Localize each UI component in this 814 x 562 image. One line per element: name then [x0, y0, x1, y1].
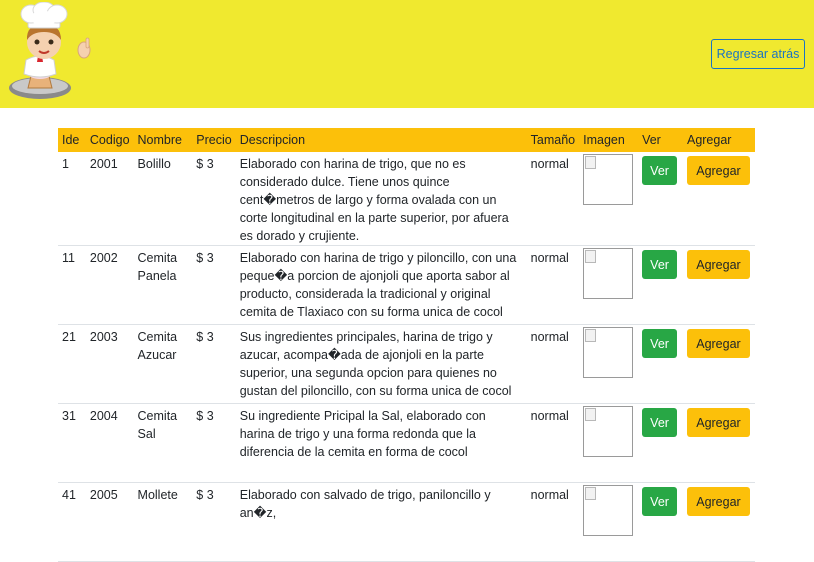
column-header-nombre: Nombre	[137, 133, 182, 147]
column-header-codigo: Codigo	[89, 133, 130, 147]
products-table: Ide Codigo Nombre Precio Descripcion Tam…	[58, 128, 755, 562]
row-nombre: Cemita Panela	[133, 245, 193, 325]
chef-cupcake-logo-icon	[9, 2, 91, 99]
table-row: 11 2002 Cemita Panela $ 3 Elaborado con …	[58, 245, 755, 325]
table-row: 41 2005 Mollete $ 3 Elaborado con salvad…	[58, 482, 755, 562]
row-nombre: Mollete	[133, 482, 193, 562]
row-precio: $ 3	[192, 152, 236, 246]
ver-button[interactable]: Ver	[642, 408, 678, 437]
ver-button[interactable]: Ver	[642, 329, 678, 358]
agregar-button[interactable]: Agregar	[686, 156, 750, 185]
row-codigo: 2001	[85, 152, 134, 246]
table-header-row: Ide Codigo Nombre Precio Descripcion Tam…	[58, 128, 755, 152]
agregar-button[interactable]: Agregar	[686, 408, 750, 437]
table-row: 1 2001 Bolillo $ 3 Elaborado con harina …	[58, 152, 755, 246]
broken-image-icon	[583, 154, 634, 205]
row-ide: 11	[58, 245, 86, 325]
agregar-button[interactable]: Agregar	[686, 487, 750, 516]
column-header-ide: Ide	[62, 133, 80, 147]
row-precio: $ 3	[192, 245, 236, 325]
column-header-descripcion: Descripcion	[239, 133, 306, 147]
row-ver-cell: Ver	[638, 324, 683, 404]
column-header-ver: Ver	[642, 133, 661, 147]
broken-image-icon	[583, 327, 634, 378]
column-header-precio: Precio	[196, 133, 232, 147]
row-descripcion: Sus ingredientes principales, harina de …	[235, 324, 527, 404]
row-tamano: normal	[526, 324, 580, 404]
row-descripcion: Elaborado con harina de trigo y piloncil…	[235, 245, 527, 325]
ver-button[interactable]: Ver	[642, 487, 678, 516]
agregar-button[interactable]: Agregar	[686, 329, 750, 358]
column-header-agregar: Agregar	[686, 133, 732, 147]
row-precio: $ 3	[192, 482, 236, 562]
row-codigo: 2005	[85, 482, 134, 562]
row-ide: 21	[58, 324, 86, 404]
row-ide: 41	[58, 482, 86, 562]
row-imagen	[579, 324, 639, 404]
column-header-imagen: Imagen	[583, 133, 625, 147]
broken-image-icon	[583, 406, 634, 457]
row-tamano: normal	[526, 482, 580, 562]
row-nombre: Bolillo	[133, 152, 193, 246]
row-imagen	[579, 245, 639, 325]
row-ver-cell: Ver	[638, 245, 683, 325]
row-ver-cell: Ver	[638, 482, 683, 562]
row-agregar-cell: Agregar	[682, 482, 755, 562]
column-header-tamano: Tamaño	[530, 133, 576, 147]
row-agregar-cell: Agregar	[682, 152, 755, 246]
ver-button[interactable]: Ver	[642, 156, 678, 185]
ver-button[interactable]: Ver	[642, 250, 678, 279]
back-button[interactable]: Regresar atrás	[711, 39, 805, 69]
row-ver-cell: Ver	[638, 152, 683, 246]
row-nombre: Cemita Azucar	[133, 324, 193, 404]
row-tamano: normal	[526, 152, 580, 246]
row-agregar-cell: Agregar	[682, 245, 755, 325]
row-imagen	[579, 482, 639, 562]
row-imagen	[579, 152, 639, 246]
broken-image-icon	[583, 485, 634, 536]
broken-image-icon	[583, 248, 634, 299]
row-descripcion: Elaborado con harina de trigo, que no es…	[235, 152, 527, 246]
row-codigo: 2002	[85, 245, 134, 325]
agregar-button[interactable]: Agregar	[686, 250, 750, 279]
row-ide: 1	[58, 152, 86, 246]
row-descripcion: Elaborado con salvado de trigo, panilonc…	[235, 482, 527, 562]
page-header: Regresar atrás	[0, 0, 814, 108]
row-codigo: 2003	[85, 324, 134, 404]
row-tamano: normal	[526, 245, 580, 325]
row-precio: $ 3	[192, 324, 236, 404]
table-row: 21 2003 Cemita Azucar $ 3 Sus ingredient…	[58, 324, 755, 404]
row-agregar-cell: Agregar	[682, 324, 755, 404]
